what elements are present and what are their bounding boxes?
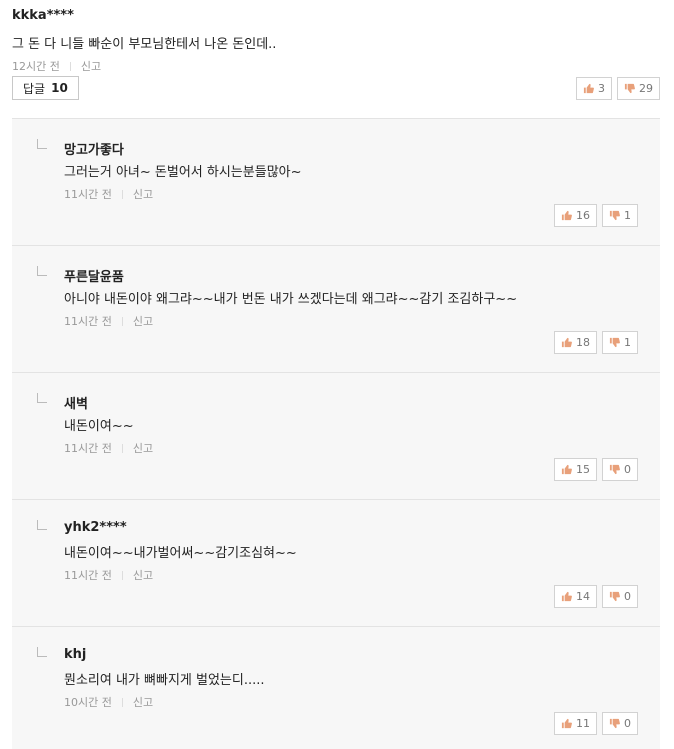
comment-meta: 12시간 전 신고 bbox=[12, 58, 662, 74]
like-count: 16 bbox=[576, 209, 590, 222]
reply-meta: 10시간 전 신고 bbox=[64, 694, 153, 710]
reply-votes: 16 1 bbox=[554, 204, 638, 227]
reply-time: 11시간 전 bbox=[64, 442, 112, 455]
reply-time: 11시간 전 bbox=[64, 188, 112, 201]
like-button[interactable]: 14 bbox=[554, 585, 597, 608]
reply-time: 11시간 전 bbox=[64, 569, 112, 582]
dislike-count: 0 bbox=[624, 717, 631, 730]
like-button[interactable]: 18 bbox=[554, 331, 597, 354]
thumbs-down-icon bbox=[609, 718, 620, 729]
like-count: 18 bbox=[576, 336, 590, 349]
dislike-button[interactable]: 0 bbox=[602, 712, 638, 735]
meta-divider bbox=[69, 62, 71, 71]
reply-meta: 11시간 전 신고 bbox=[64, 567, 153, 583]
thumbs-up-icon bbox=[561, 718, 572, 729]
reply-item: 망고가좋다 그러는거 아녀~ 돈벌어서 하시는분들많아~ 11시간 전 신고 16… bbox=[12, 119, 660, 246]
reply-time: 11시간 전 bbox=[64, 315, 112, 328]
reply-count: 10 bbox=[51, 81, 68, 95]
comment-author[interactable]: kkka**** bbox=[12, 8, 662, 23]
meta-divider bbox=[121, 444, 123, 453]
thumbs-up-icon bbox=[561, 591, 572, 602]
reply-item: 새벽 내돈이여~~ 11시간 전 신고 15 0 bbox=[12, 373, 660, 500]
reply-arrow-icon bbox=[37, 520, 47, 530]
like-count: 14 bbox=[576, 590, 590, 603]
dislike-button[interactable]: 29 bbox=[617, 77, 660, 100]
meta-divider bbox=[121, 698, 123, 707]
thumbs-up-icon bbox=[561, 464, 572, 475]
report-link[interactable]: 신고 bbox=[133, 315, 153, 328]
reply-votes: 18 1 bbox=[554, 331, 638, 354]
report-link[interactable]: 신고 bbox=[81, 60, 101, 73]
reply-time: 10시간 전 bbox=[64, 696, 112, 709]
reply-content: 뭔소리여 내가 뼈빠지게 벌었는디..... bbox=[64, 673, 265, 688]
reply-votes: 11 0 bbox=[554, 712, 638, 735]
thumbs-down-icon bbox=[624, 83, 635, 94]
reply-author[interactable]: 푸른달윤품 bbox=[64, 266, 124, 285]
report-link[interactable]: 신고 bbox=[133, 569, 153, 582]
thumbs-down-icon bbox=[609, 464, 620, 475]
like-count: 11 bbox=[576, 717, 590, 730]
like-count: 15 bbox=[576, 463, 590, 476]
reply-author[interactable]: 망고가좋다 bbox=[64, 139, 124, 158]
thumbs-down-icon bbox=[609, 591, 620, 602]
reply-content: 아니야 내돈이야 왜그랴~~내가 번돈 내가 쓰겠다는데 왜그랴~~감기 조김하… bbox=[64, 292, 518, 307]
reply-author[interactable]: khj bbox=[64, 647, 86, 662]
dislike-count: 0 bbox=[624, 590, 631, 603]
like-button[interactable]: 16 bbox=[554, 204, 597, 227]
reply-arrow-icon bbox=[37, 647, 47, 657]
reply-arrow-icon bbox=[37, 393, 47, 403]
reply-button-label: 답글 bbox=[23, 81, 46, 96]
replies-list: 망고가좋다 그러는거 아녀~ 돈벌어서 하시는분들많아~ 11시간 전 신고 16… bbox=[12, 118, 660, 749]
reply-content: 내돈이여~~내가벌어써~~감기조심혀~~ bbox=[64, 546, 297, 561]
top-comment-votes: 3 29 bbox=[576, 77, 660, 100]
thumbs-up-icon bbox=[561, 337, 572, 348]
reply-toggle-button[interactable]: 답글 10 bbox=[12, 76, 79, 100]
like-button[interactable]: 11 bbox=[554, 712, 597, 735]
dislike-button[interactable]: 1 bbox=[602, 204, 638, 227]
thumbs-up-icon bbox=[561, 210, 572, 221]
like-button[interactable]: 3 bbox=[576, 77, 612, 100]
reply-content: 내돈이여~~ bbox=[64, 419, 134, 434]
dislike-button[interactable]: 0 bbox=[602, 458, 638, 481]
dislike-count: 29 bbox=[639, 82, 653, 95]
dislike-button[interactable]: 1 bbox=[602, 331, 638, 354]
meta-divider bbox=[121, 190, 123, 199]
thumbs-down-icon bbox=[609, 210, 620, 221]
dislike-count: 1 bbox=[624, 209, 631, 222]
report-link[interactable]: 신고 bbox=[133, 696, 153, 709]
like-button[interactable]: 15 bbox=[554, 458, 597, 481]
thumbs-up-icon bbox=[583, 83, 594, 94]
thumbs-down-icon bbox=[609, 337, 620, 348]
dislike-count: 1 bbox=[624, 336, 631, 349]
reply-arrow-icon bbox=[37, 139, 47, 149]
like-count: 3 bbox=[598, 82, 605, 95]
top-comment: kkka**** 그 돈 다 니들 빠순이 부모님한테서 나온 돈인데.. 12… bbox=[12, 8, 662, 74]
reply-item: 푸른달윤품 아니야 내돈이야 왜그랴~~내가 번돈 내가 쓰겠다는데 왜그랴~~… bbox=[12, 246, 660, 373]
reply-author[interactable]: yhk2**** bbox=[64, 520, 127, 535]
report-link[interactable]: 신고 bbox=[133, 188, 153, 201]
reply-meta: 11시간 전 신고 bbox=[64, 313, 153, 329]
reply-meta: 11시간 전 신고 bbox=[64, 186, 153, 202]
comment-time: 12시간 전 bbox=[12, 60, 60, 73]
reply-votes: 14 0 bbox=[554, 585, 638, 608]
dislike-count: 0 bbox=[624, 463, 631, 476]
comment-thread: kkka**** 그 돈 다 니들 빠순이 부모님한테서 나온 돈인데.. 12… bbox=[0, 0, 674, 749]
reply-item: khj 뭔소리여 내가 뼈빠지게 벌었는디..... 10시간 전 신고 11 0 bbox=[12, 627, 660, 749]
meta-divider bbox=[121, 317, 123, 326]
comment-content: 그 돈 다 니들 빠순이 부모님한테서 나온 돈인데.. bbox=[12, 37, 277, 52]
reply-author[interactable]: 새벽 bbox=[64, 393, 88, 412]
reply-meta: 11시간 전 신고 bbox=[64, 440, 153, 456]
reply-arrow-icon bbox=[37, 266, 47, 276]
reply-votes: 15 0 bbox=[554, 458, 638, 481]
meta-divider bbox=[121, 571, 123, 580]
reply-content: 그러는거 아녀~ 돈벌어서 하시는분들많아~ bbox=[64, 165, 302, 180]
report-link[interactable]: 신고 bbox=[133, 442, 153, 455]
dislike-button[interactable]: 0 bbox=[602, 585, 638, 608]
reply-item: yhk2**** 내돈이여~~내가벌어써~~감기조심혀~~ 11시간 전 신고 1… bbox=[12, 500, 660, 627]
